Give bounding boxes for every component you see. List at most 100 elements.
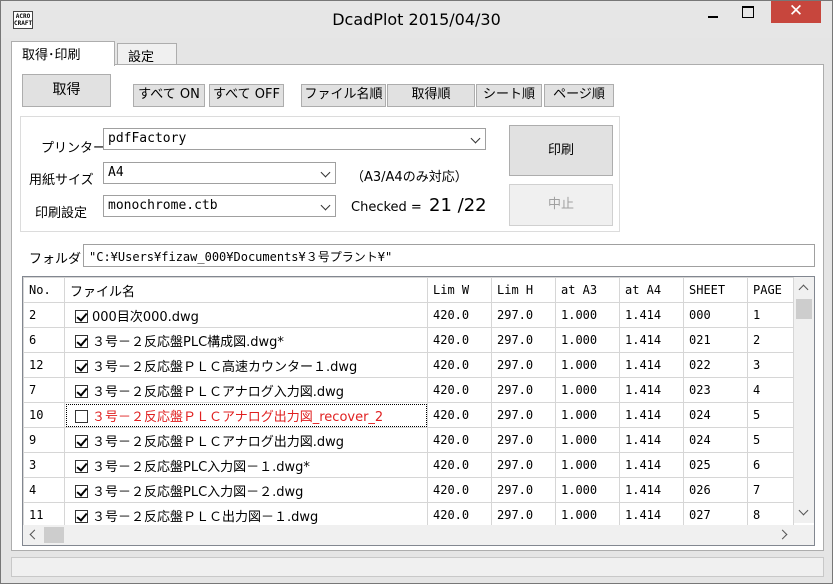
table-row[interactable]: 10 ３号－２反応盤ＰＬＣアナログ出力図_recover_2 420.0 297.0 1… (23, 402, 794, 428)
cell-no: 10 (23, 402, 65, 428)
minimize-button[interactable] (699, 1, 727, 25)
cell-at-a3: 1.000 (555, 302, 620, 328)
cell-at-a4: 1.414 (619, 477, 684, 503)
cell-filename[interactable]: 000目次000.dwg (64, 302, 428, 328)
cell-filename[interactable]: ３号－２反応盤ＰＬＣアナログ出力図.dwg (64, 427, 428, 453)
cell-filename[interactable]: ３号－２反応盤PLC構成図.dwg* (64, 327, 428, 353)
cell-no: 7 (23, 377, 65, 403)
stop-button[interactable]: 中止 (509, 184, 613, 226)
table-row[interactable]: 11 ３号－２反応盤ＰＬＣ出力図－１.dwg 420.0 297.0 1.000 1.41… (23, 502, 794, 528)
cell-at-a4: 1.414 (619, 377, 684, 403)
cell-lim-h: 297.0 (491, 302, 556, 328)
table-row[interactable]: 4 ３号－２反応盤PLC入力図－２.dwg 420.0 297.0 1.000 1.414… (23, 477, 794, 503)
print-setting-select[interactable]: monochrome.ctb (103, 195, 336, 217)
cell-sheet: 026 (683, 477, 748, 503)
table-row[interactable]: 7 ３号－２反応盤ＰＬＣアナログ入力図.dwg 420.0 297.0 1.000 1.4… (23, 377, 794, 403)
column-header-lim-h[interactable]: Lim H (491, 277, 556, 303)
checked-count: 21 /22 (429, 195, 487, 216)
table-header-row: No. ファイル名 Lim W Lim H at A3 at A4 SHEET … (23, 277, 794, 303)
column-header-at-a3[interactable]: at A3 (555, 277, 620, 303)
cell-sheet: 022 (683, 352, 748, 378)
scroll-down-icon[interactable] (798, 505, 809, 516)
printer-select[interactable]: pdfFactory (103, 128, 486, 150)
filename-text: ３号－２反応盤PLC入力図－２.dwg (92, 484, 304, 500)
folder-path-input[interactable]: "C:¥Users¥fizaw_000¥Documents¥３号プラント¥" (83, 244, 815, 267)
cell-lim-w: 420.0 (427, 477, 492, 503)
cell-page: 7 (747, 477, 794, 503)
table-row[interactable]: 3 ３号－２反応盤PLC入力図－１.dwg* 420.0 297.0 1.000 1.41… (23, 452, 794, 478)
tab-fetch-print[interactable]: 取得･印刷 (11, 41, 115, 66)
cell-at-a4: 1.414 (619, 327, 684, 353)
scroll-thumb[interactable] (796, 299, 812, 319)
table-row[interactable]: 9 ３号－２反応盤ＰＬＣアナログ出力図.dwg 420.0 297.0 1.000 1.4… (23, 427, 794, 453)
row-checkbox[interactable] (75, 359, 88, 373)
all-on-button[interactable]: すべて ON (133, 84, 205, 107)
close-button[interactable]: ✕ (771, 1, 821, 23)
cell-at-a3: 1.000 (555, 377, 620, 403)
row-checkbox[interactable] (75, 334, 88, 348)
cell-filename[interactable]: ３号－２反応盤ＰＬＣ高速カウンター１.dwg (64, 352, 428, 378)
filename-text: ３号－２反応盤ＰＬＣアナログ出力図.dwg (92, 434, 345, 450)
table-row[interactable]: 6 ３号－２反応盤PLC構成図.dwg* 420.0 297.0 1.000 1.414 0… (23, 327, 794, 353)
row-checkbox[interactable] (75, 484, 88, 498)
sort-by-fetch-button[interactable]: 取得順 (387, 84, 475, 107)
maximize-button[interactable] (734, 1, 762, 25)
sort-by-sheet-button[interactable]: シート順 (476, 84, 542, 107)
sort-by-page-button[interactable]: ページ順 (544, 84, 614, 107)
vertical-scrollbar[interactable] (794, 277, 814, 523)
checked-label: Checked = (351, 200, 422, 215)
cell-no: 3 (23, 452, 65, 478)
cell-lim-h: 297.0 (491, 502, 556, 528)
app-window: ACRO CRAFT DcadPlot 2015/04/30 ✕ 取得･印刷 設… (0, 0, 833, 584)
cell-lim-h: 297.0 (491, 477, 556, 503)
tab-settings[interactable]: 設定 (117, 43, 177, 65)
sort-by-filename-button[interactable]: ファイル名順 (301, 84, 386, 107)
column-header-lim-w[interactable]: Lim W (427, 277, 492, 303)
cell-at-a4: 1.414 (619, 502, 684, 528)
scroll-left-icon[interactable] (29, 529, 40, 540)
column-header-no[interactable]: No. (23, 277, 65, 303)
column-header-sheet[interactable]: SHEET (683, 277, 748, 303)
chevron-down-icon (320, 200, 331, 211)
cell-page: 3 (747, 352, 794, 378)
column-header-at-a4[interactable]: at A4 (619, 277, 684, 303)
paper-size-label: 用紙サイズ (29, 173, 94, 188)
paper-size-note: （A3/A4のみ対応） (351, 170, 468, 185)
cell-lim-w: 420.0 (427, 502, 492, 528)
cell-no: 12 (23, 352, 65, 378)
printer-label: プリンター (41, 141, 107, 156)
row-checkbox[interactable] (75, 459, 88, 473)
horizontal-scrollbar[interactable] (23, 525, 814, 545)
row-checkbox[interactable] (75, 309, 88, 323)
table-row[interactable]: 2 000目次000.dwg 420.0 297.0 1.000 1.414 000 1 (23, 302, 794, 328)
row-checkbox[interactable] (75, 384, 88, 398)
row-checkbox[interactable] (75, 409, 88, 423)
cell-at-a3: 1.000 (555, 477, 620, 503)
cell-filename[interactable]: ３号－２反応盤ＰＬＣアナログ入力図.dwg (64, 377, 428, 403)
column-header-page[interactable]: PAGE (747, 277, 794, 303)
row-checkbox[interactable] (75, 434, 88, 448)
cell-at-a4: 1.414 (619, 427, 684, 453)
cell-sheet: 000 (683, 302, 748, 328)
scroll-thumb-horizontal[interactable] (44, 527, 64, 543)
cell-lim-h: 297.0 (491, 402, 556, 428)
cell-filename[interactable]: ３号－２反応盤ＰＬＣ出力図－１.dwg (64, 502, 428, 528)
cell-lim-w: 420.0 (427, 327, 492, 353)
scroll-up-icon[interactable] (798, 284, 809, 295)
cell-at-a4: 1.414 (619, 352, 684, 378)
scroll-right-icon[interactable] (777, 529, 788, 540)
row-checkbox[interactable] (75, 509, 88, 523)
fetch-button[interactable]: 取得 (22, 74, 111, 107)
all-off-button[interactable]: すべて OFF (209, 84, 284, 107)
print-button[interactable]: 印刷 (509, 125, 613, 176)
file-grid[interactable]: No. ファイル名 Lim W Lim H at A3 at A4 SHEET … (22, 276, 815, 546)
cell-filename[interactable]: ３号－２反応盤ＰＬＣアナログ出力図_recover_2 (64, 402, 428, 428)
paper-size-select[interactable]: A4 (103, 162, 336, 184)
table-row[interactable]: 12 ３号－２反応盤ＰＬＣ高速カウンター１.dwg 420.0 297.0 1.000 1… (23, 352, 794, 378)
cell-filename[interactable]: ３号－２反応盤PLC入力図－１.dwg* (64, 452, 428, 478)
cell-no: 2 (23, 302, 65, 328)
cell-filename[interactable]: ３号－２反応盤PLC入力図－２.dwg (64, 477, 428, 503)
column-header-filename[interactable]: ファイル名 (64, 277, 428, 303)
cell-page: 5 (747, 427, 794, 453)
title-bar[interactable]: ACRO CRAFT DcadPlot 2015/04/30 ✕ (1, 1, 832, 38)
